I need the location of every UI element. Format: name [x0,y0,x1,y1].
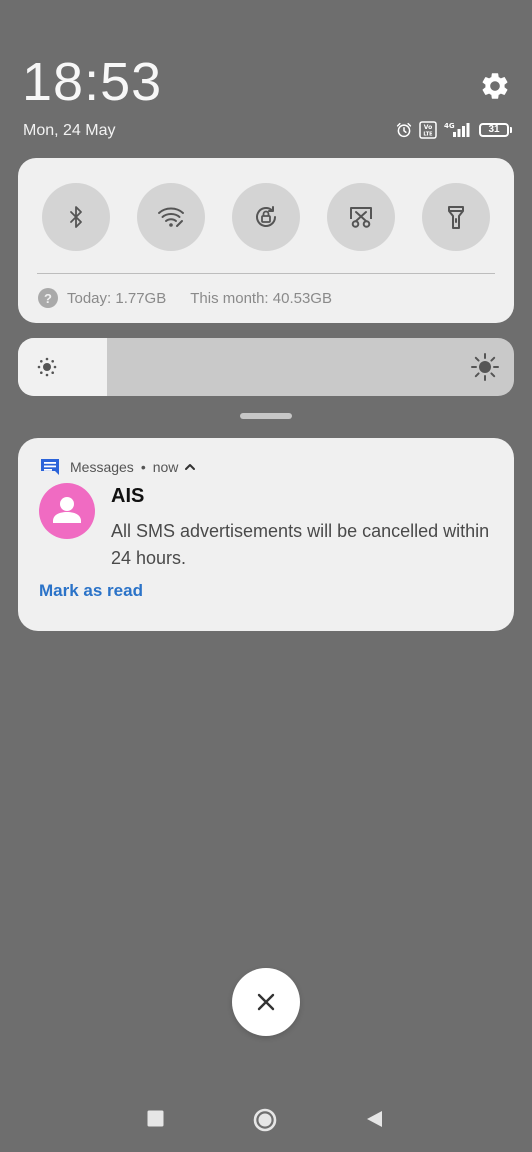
notification-shade: 18:53 Mon, 24 May Vo LTE 4G 31 ? Today: … [0,0,532,1152]
notification-time: now [152,459,179,475]
battery-icon: 31 [479,123,512,137]
quick-settings-panel: ? Today: 1.77GB This month: 40.53GB [18,158,514,323]
wifi-icon [158,207,184,227]
person-icon [53,497,81,523]
bluetooth-icon [70,206,82,228]
square-icon [147,1110,164,1127]
svg-text:LTE: LTE [423,132,433,138]
clear-all-button[interactable] [232,968,300,1036]
volte-icon: Vo LTE [419,121,437,139]
qs-divider [37,273,495,274]
navigation-bar [0,1092,532,1148]
help-icon: ? [38,288,58,308]
notification-app-name: Messages [70,459,134,475]
home-button[interactable] [253,1108,277,1132]
flashlight-toggle[interactable] [422,183,490,251]
settings-gear-icon[interactable] [479,70,511,102]
separator-dot: • [140,459,146,475]
bluetooth-toggle[interactable] [42,183,110,251]
data-usage[interactable]: ? Today: 1.77GB This month: 40.53GB [38,288,332,308]
notification-header: Messages • now [40,458,196,476]
svg-text:Vo: Vo [424,124,432,131]
brightness-low-icon [36,356,58,383]
back-triangle-icon [367,1111,382,1127]
mark-as-read-button[interactable]: Mark as read [39,581,143,601]
notification-body: All SMS advertisements will be cancelled… [111,521,490,568]
signal-4g-icon: 4G [443,121,473,139]
alarm-icon [395,121,413,139]
close-icon [257,993,275,1011]
avatar [39,483,95,539]
notification-sender: AIS [111,485,145,507]
network-label: 4G [444,122,455,130]
clock: 18:53 [22,52,163,112]
wifi-toggle[interactable] [137,183,205,251]
notification-card[interactable]: Messages • now AIS All SMS advertisement… [18,438,514,631]
brightness-fill [18,338,108,396]
rotation-lock-icon [256,206,276,227]
brightness-high-icon [470,352,500,387]
chevron-up-icon[interactable] [184,459,196,475]
shade-drag-handle[interactable] [240,413,292,419]
usage-today: Today: 1.77GB [67,289,167,307]
recents-button[interactable] [147,1110,164,1127]
auto-rotate-toggle[interactable] [232,183,300,251]
usage-month: This month: 40.53GB [190,289,332,307]
screenshot-toggle[interactable] [327,183,395,251]
status-icons: Vo LTE 4G 31 [395,120,512,140]
back-button[interactable] [366,1110,383,1128]
messages-app-icon [41,459,59,475]
battery-level: 31 [479,123,509,137]
date: Mon, 24 May [23,122,116,139]
screenshot-scissors-icon [350,207,372,228]
brightness-slider[interactable] [18,338,514,396]
home-circle-icon [253,1108,277,1132]
flashlight-icon [448,206,464,229]
